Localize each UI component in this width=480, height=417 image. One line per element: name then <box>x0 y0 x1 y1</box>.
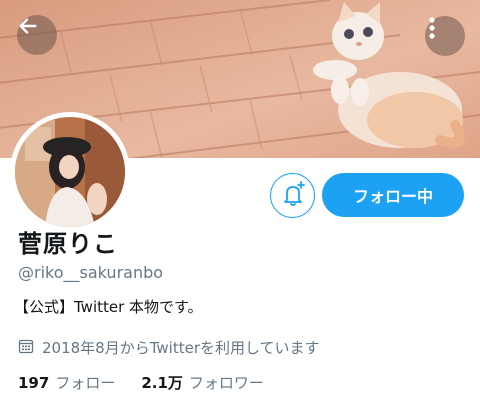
followers-count[interactable]: 2.1万 <box>141 372 183 393</box>
more-options-button[interactable] <box>425 16 465 56</box>
notification-toggle-button[interactable] <box>270 173 315 218</box>
following-button[interactable]: フォロー中 <box>322 173 464 217</box>
back-button[interactable] <box>17 15 57 55</box>
joined-date-row: 2018年8月からTwitterを利用しています <box>18 337 320 358</box>
user-handle: @riko__sakuranbo <box>18 263 164 282</box>
joined-date-text: 2018年8月からTwitterを利用しています <box>42 339 320 357</box>
profile-bio: 【公式】Twitter 本物です。 <box>14 298 203 316</box>
follow-stats: 197 フォロー 2.1万 フォロワー <box>18 372 264 393</box>
avatar-photo <box>15 117 125 227</box>
avatar[interactable] <box>10 112 130 232</box>
following-label[interactable]: フォロー <box>55 372 115 393</box>
bell-plus-icon <box>279 180 307 212</box>
following-count[interactable]: 197 <box>18 374 49 392</box>
display-name: 菅原りこ <box>18 230 118 258</box>
following-button-label: フォロー中 <box>352 187 433 206</box>
followers-label[interactable]: フォロワー <box>189 372 264 393</box>
calendar-icon <box>18 338 34 358</box>
